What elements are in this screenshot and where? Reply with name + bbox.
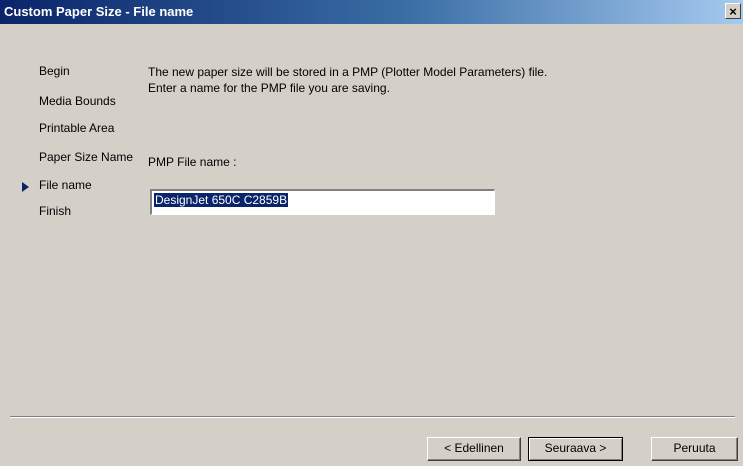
close-button[interactable]: × <box>725 3 741 19</box>
step-paper-size-name: Paper Size Name <box>39 150 134 164</box>
pmp-file-name-label: PMP File name : <box>148 155 237 169</box>
description-text: The new paper size will be stored in a P… <box>148 65 548 95</box>
step-media-bounds: Media Bounds <box>39 94 116 108</box>
window-title: Custom Paper Size - File name <box>4 4 194 19</box>
pmp-file-name-value: DesignJet 650C C2859B <box>154 193 289 207</box>
title-bar: Custom Paper Size - File name × <box>0 0 743 24</box>
step-begin: Begin <box>39 64 70 78</box>
pmp-file-name-input[interactable]: DesignJet 650C C2859B <box>150 189 495 215</box>
step-file-name: File name <box>39 178 92 192</box>
step-finish: Finish <box>39 204 72 218</box>
back-button[interactable]: < Edellinen <box>427 437 521 461</box>
footer-divider <box>10 416 735 418</box>
close-icon: × <box>729 4 737 19</box>
current-step-arrow-icon <box>22 182 29 192</box>
step-printable-area: Printable Area <box>39 121 115 135</box>
next-button[interactable]: Seuraava > <box>528 437 623 461</box>
cancel-button[interactable]: Peruuta <box>651 437 738 461</box>
